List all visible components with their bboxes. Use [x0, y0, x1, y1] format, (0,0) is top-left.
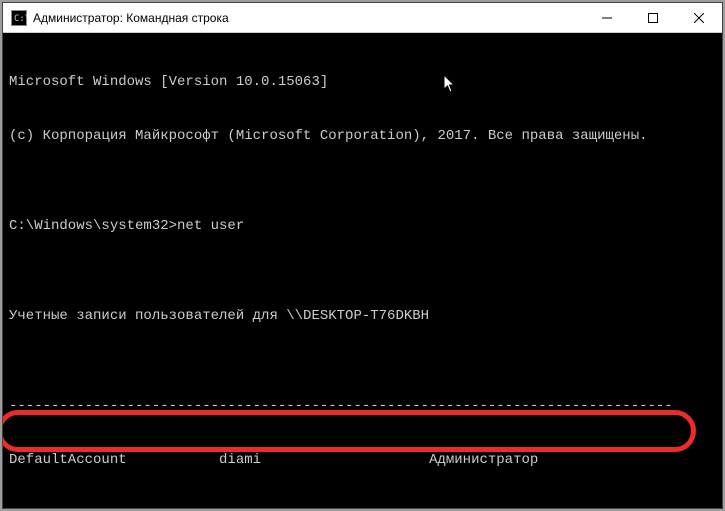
cmd-icon: C:\ — [11, 10, 27, 26]
output-line: Microsoft Windows [Version 10.0.15063] — [9, 73, 716, 91]
output-line: Учетные записи пользователей для \\DESKT… — [9, 307, 716, 325]
svg-text:C:\: C:\ — [14, 14, 27, 24]
output-line: ----------------------------------------… — [9, 397, 716, 415]
prompt-line: C:\Windows\system32>net user — [9, 217, 716, 235]
output-line: (c) Корпорация Майкрософт (Microsoft Cor… — [9, 127, 716, 145]
terminal-area[interactable]: Microsoft Windows [Version 10.0.15063] (… — [3, 33, 722, 508]
titlebar[interactable]: C:\ Администратор: Командная строка — [3, 3, 722, 33]
close-button[interactable] — [676, 3, 722, 33]
window-title: Администратор: Командная строка — [33, 11, 229, 25]
minimize-button[interactable] — [584, 3, 630, 33]
output-line: DefaultAccount diami Администратор — [9, 451, 716, 469]
annotation-highlight-oval — [3, 410, 696, 452]
cmd-window: C:\ Администратор: Командная строка Micr… — [2, 2, 723, 509]
output-line: Гость Сережа — [9, 505, 716, 508]
maximize-button[interactable] — [630, 3, 676, 33]
